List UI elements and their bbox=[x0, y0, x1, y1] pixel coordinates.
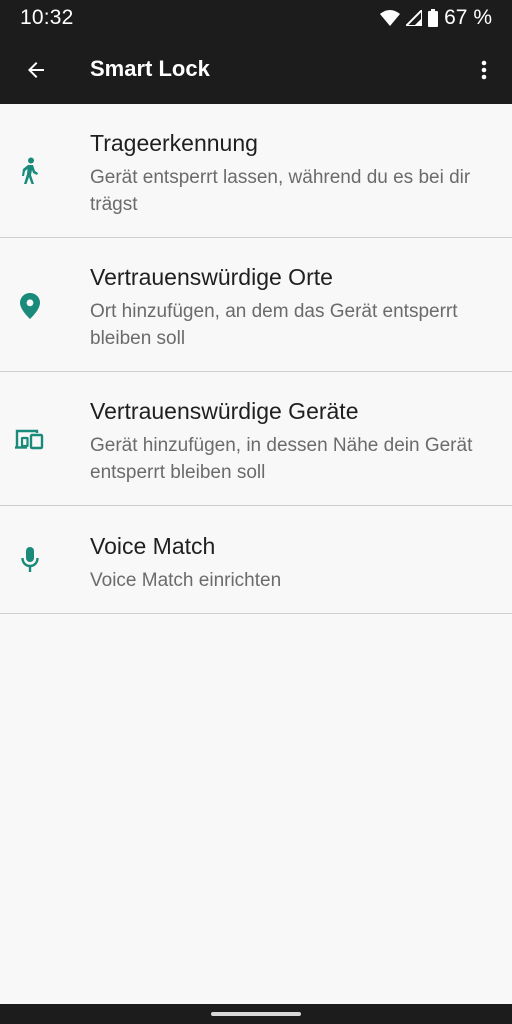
signal-icon bbox=[406, 10, 423, 26]
item-summary: Gerät hinzufügen, in dessen Nähe dein Ge… bbox=[90, 435, 473, 483]
gesture-handle[interactable] bbox=[211, 1012, 301, 1016]
item-title: Vertrauenswürdige Geräte bbox=[90, 398, 359, 424]
navigation-bar bbox=[0, 1004, 512, 1024]
item-title: Vertrauenswürdige Orte bbox=[90, 264, 333, 290]
status-time: 10:32 bbox=[20, 6, 74, 29]
more-vert-icon bbox=[481, 60, 487, 80]
list-item-trusted-places[interactable]: Vertrauenswürdige Orte Ort hinzufügen, a… bbox=[0, 238, 512, 372]
devices-icon bbox=[14, 423, 46, 455]
item-title: Trageerkennung bbox=[90, 130, 258, 156]
wifi-icon bbox=[380, 10, 401, 26]
status-icons: 67 % bbox=[380, 6, 492, 30]
more-options-button[interactable] bbox=[464, 50, 504, 90]
walking-person-icon bbox=[14, 155, 46, 187]
location-pin-icon bbox=[14, 290, 46, 322]
item-title: Voice Match bbox=[90, 533, 216, 559]
back-button[interactable] bbox=[16, 50, 56, 90]
smart-lock-options-list: Trageerkennung Gerät entsperrt lassen, w… bbox=[0, 104, 512, 614]
list-item-trusted-devices[interactable]: Vertrauenswürdige Geräte Gerät hinzufüge… bbox=[0, 372, 512, 506]
arrow-back-icon bbox=[28, 62, 44, 78]
page-title: Smart Lock bbox=[90, 56, 210, 81]
list-item-voice-match[interactable]: Voice Match Voice Match einrichten bbox=[0, 506, 512, 614]
battery-percent: 67 % bbox=[444, 6, 492, 29]
item-summary: Ort hinzufügen, an dem das Gerät entsper… bbox=[90, 301, 458, 349]
list-item-trageerkennung[interactable]: Trageerkennung Gerät entsperrt lassen, w… bbox=[0, 104, 512, 238]
app-bar: Smart Lock bbox=[0, 36, 512, 104]
microphone-icon bbox=[14, 544, 46, 576]
battery-icon bbox=[428, 9, 439, 27]
status-bar: 10:32 67 % bbox=[0, 0, 512, 36]
item-summary: Voice Match einrichten bbox=[90, 570, 282, 591]
item-summary: Gerät entsperrt lassen, während du es be… bbox=[90, 167, 471, 215]
